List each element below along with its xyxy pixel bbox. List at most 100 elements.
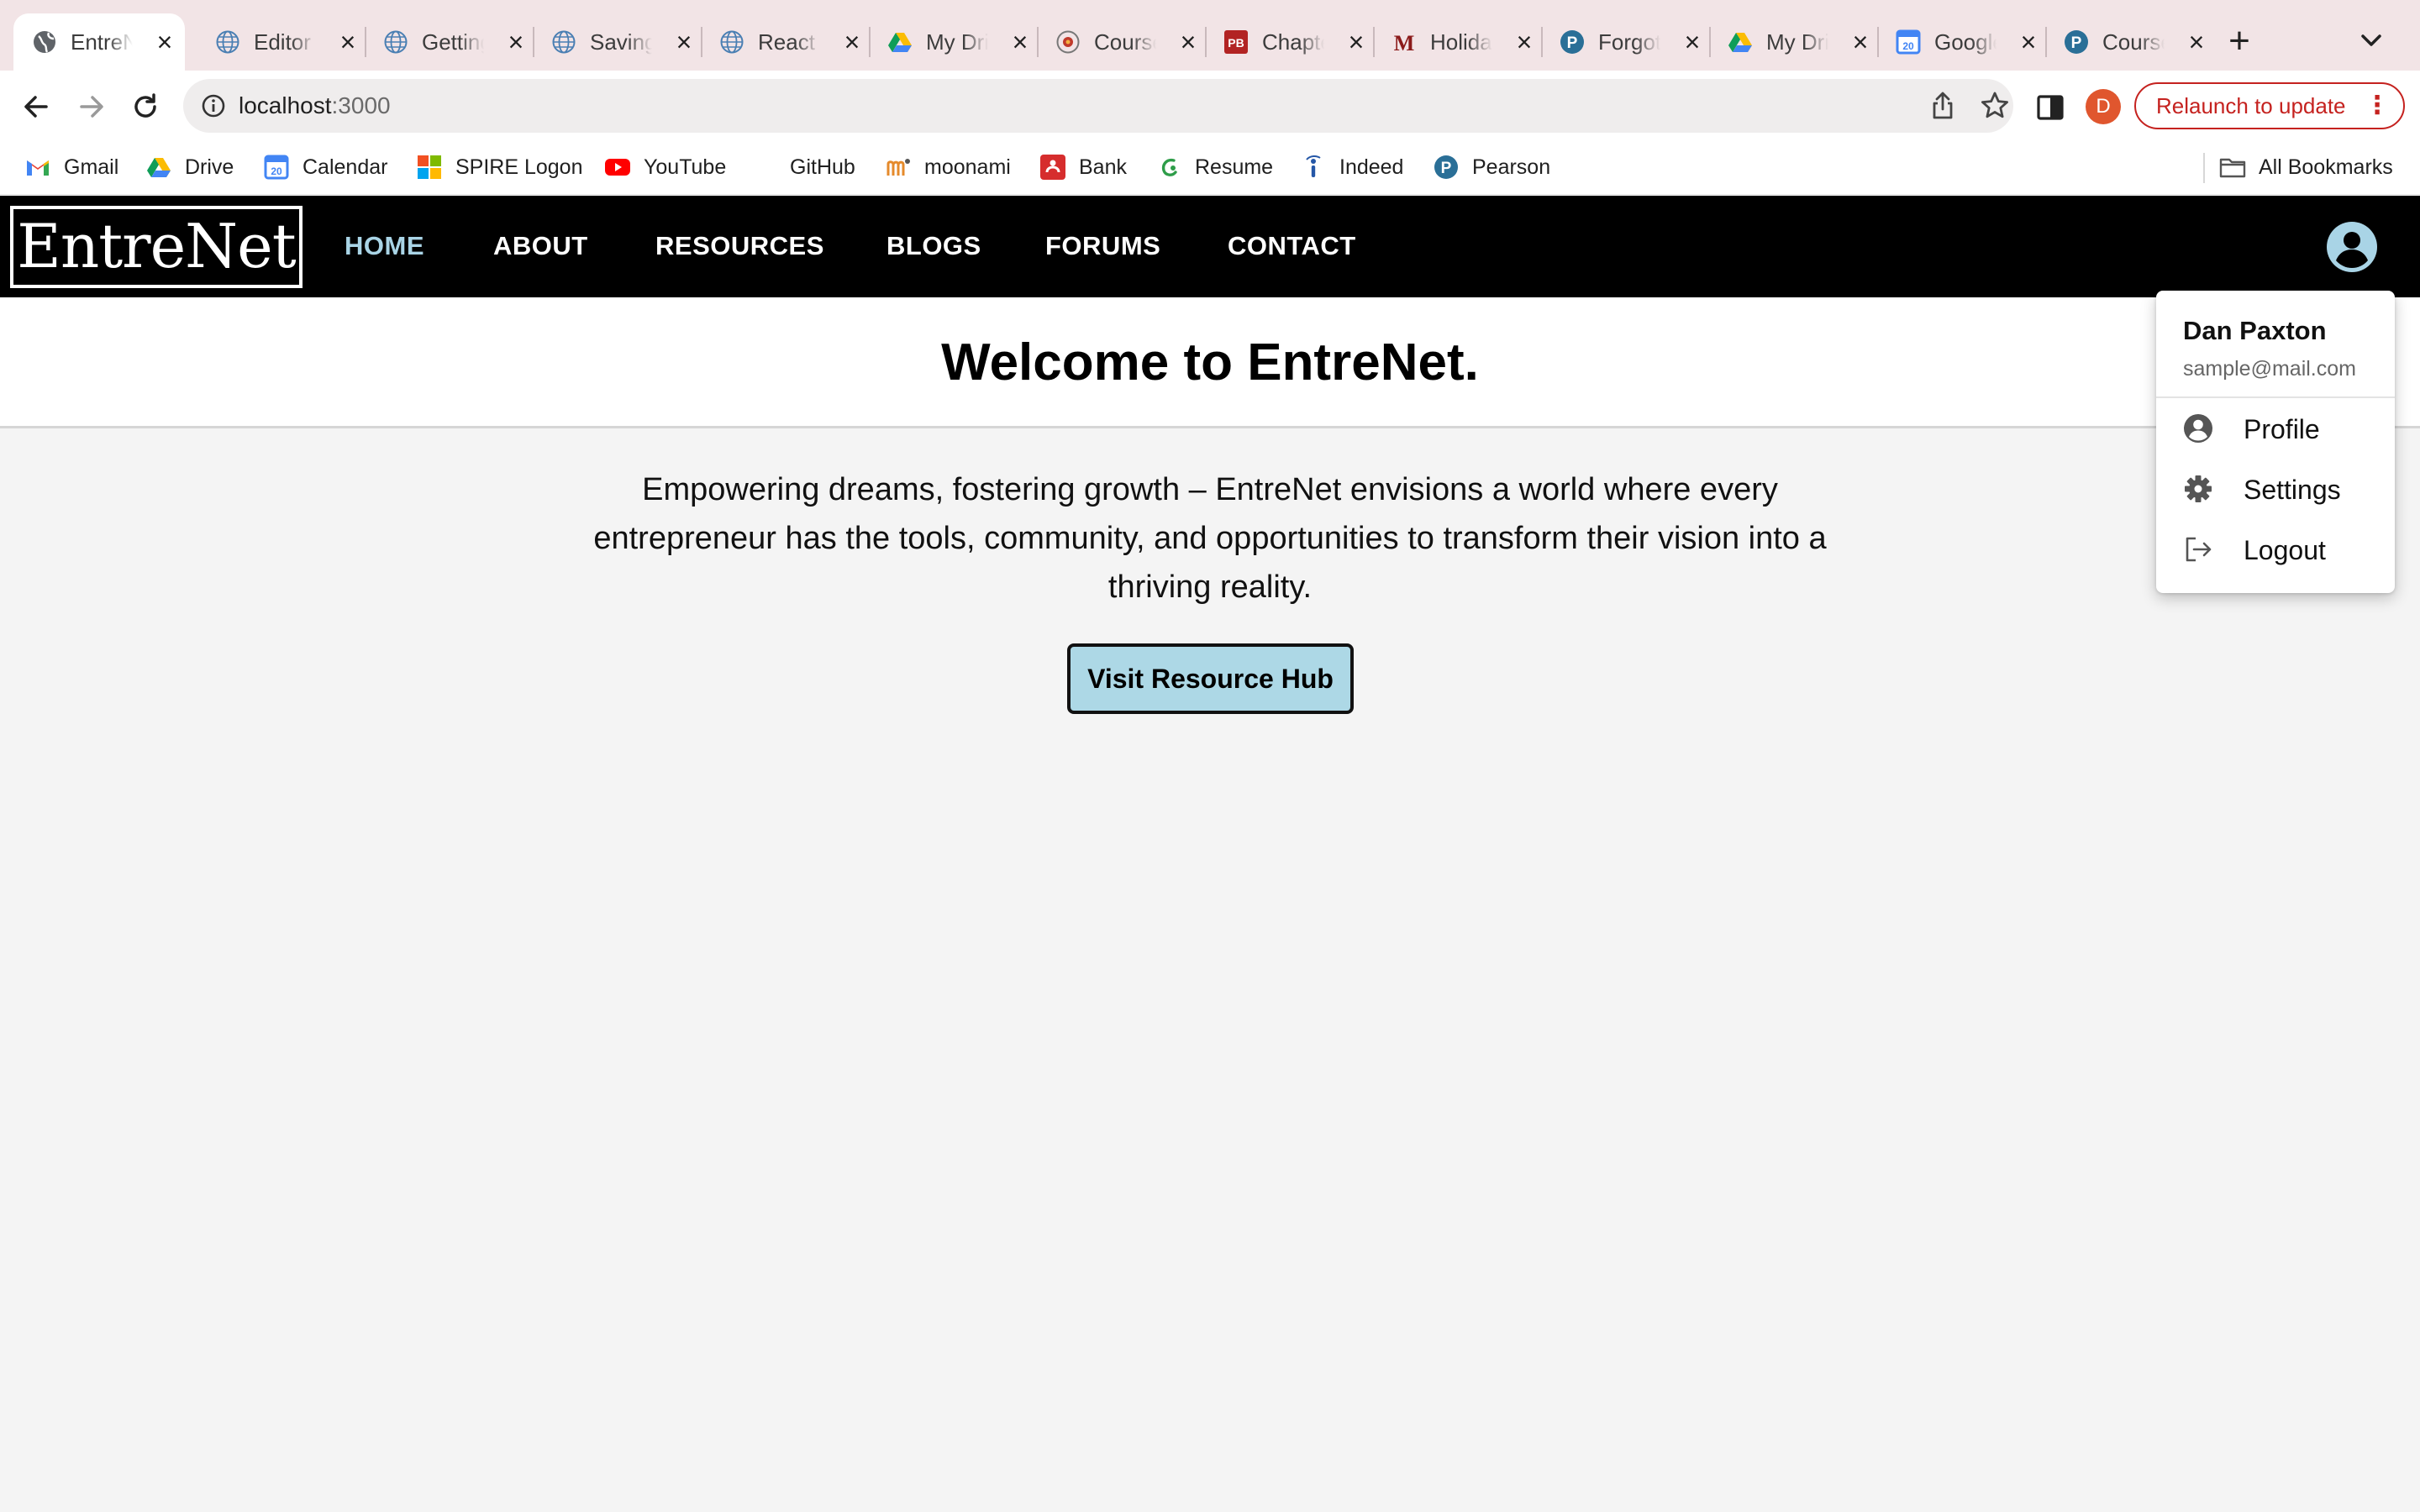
new-tab-button[interactable]: + (2218, 20, 2260, 62)
chevron-down-icon (2361, 34, 2381, 46)
indeed-icon (1299, 153, 1328, 181)
browser-tab[interactable]: P Forgot × (1541, 13, 1711, 71)
close-icon[interactable]: × (1174, 28, 1202, 56)
bookmark-indeed[interactable]: Indeed (1299, 151, 1403, 183)
visit-resource-hub-button[interactable]: Visit Resource Hub (1067, 643, 1354, 714)
bookmarks-divider (2203, 153, 2205, 183)
close-icon[interactable]: × (1678, 28, 1707, 56)
browser-tab[interactable]: Editor × (197, 13, 366, 71)
more-vert-icon[interactable]: ⋮ (2365, 84, 2390, 128)
browser-tab[interactable]: React × (701, 13, 871, 71)
close-icon[interactable]: × (1846, 28, 1875, 56)
all-bookmarks-button[interactable]: All Bookmarks (2218, 151, 2393, 183)
calendar-icon: 20 (262, 153, 291, 181)
reload-button[interactable] (126, 87, 165, 126)
windows-icon (415, 153, 444, 181)
gmail-icon (24, 153, 52, 181)
close-icon[interactable]: × (1510, 28, 1539, 56)
logout-icon (2186, 537, 2212, 562)
tab-title: React (758, 29, 815, 55)
reload-icon (134, 93, 156, 118)
profile-avatar[interactable]: D (2086, 89, 2121, 124)
tab-title: Holiday (1430, 29, 1492, 55)
close-icon[interactable]: × (334, 28, 362, 56)
browser-tab[interactable]: PB Chapter × (1205, 13, 1375, 71)
nav-contact[interactable]: CONTACT (1228, 231, 1356, 261)
svg-text:20: 20 (271, 165, 282, 177)
browser-tab[interactable]: EntreNet × (13, 13, 185, 71)
close-icon[interactable]: × (670, 28, 698, 56)
user-email: sample@mail.com (2183, 357, 2356, 381)
nav-forums[interactable]: FORUMS (1045, 231, 1160, 261)
close-icon[interactable]: × (2182, 28, 2211, 56)
browser-tab[interactable]: My Drive × (1709, 13, 1879, 71)
bookmark-label: GitHub (790, 155, 855, 179)
site-logo[interactable]: EntreNet (10, 206, 302, 288)
close-icon[interactable]: × (1342, 28, 1370, 56)
bookmark-youtube[interactable]: YouTube (603, 151, 726, 183)
browser-tab[interactable]: 20 Google × (1877, 13, 2047, 71)
account-menu: Dan Paxton sample@mail.com Profile Setti (2156, 291, 2395, 593)
svg-text:P: P (1441, 160, 1452, 177)
bookmark-gmail[interactable]: Gmail (24, 151, 118, 183)
github-icon (750, 153, 778, 181)
svg-text:P: P (2071, 34, 2082, 52)
youtube-icon (603, 153, 632, 181)
all-bookmarks-label: All Bookmarks (2259, 155, 2393, 179)
bookmark-label: YouTube (644, 155, 727, 179)
address-bar[interactable]: localhost:3000 (183, 79, 2013, 133)
svg-text:PB: PB (1228, 36, 1244, 50)
close-icon[interactable]: × (838, 28, 866, 56)
menu-item-profile[interactable]: Profile (2156, 402, 2395, 455)
close-icon[interactable]: × (2014, 28, 2043, 56)
bookmark-github[interactable]: GitHub (750, 151, 855, 183)
side-panel-icon[interactable] (2033, 91, 2067, 124)
bank-icon (1039, 153, 1067, 181)
info-icon[interactable] (200, 92, 227, 119)
browser-tab[interactable]: P Course × (2045, 13, 2213, 71)
tab-title: Course (1094, 29, 1156, 55)
arrow-left-icon (24, 96, 48, 118)
bookmark-label: Calendar (302, 155, 388, 179)
back-button[interactable] (17, 87, 55, 126)
close-icon[interactable]: × (1006, 28, 1034, 56)
bookmark-label: Drive (185, 155, 234, 179)
close-icon[interactable]: × (502, 28, 530, 56)
calendar-icon: 20 (1894, 28, 1923, 56)
hero-section: Welcome to EntreNet. (0, 297, 2420, 428)
bookmark-resume[interactable]: Resume (1155, 151, 1273, 183)
browser-tab[interactable]: Getting × (365, 13, 534, 71)
tab-title: EntreNet (71, 29, 133, 55)
browser-tab[interactable]: Saving × (533, 13, 702, 71)
menu-item-settings[interactable]: Settings (2156, 462, 2395, 516)
pearson-icon: P (2062, 28, 2091, 56)
bookmark-spire-logon[interactable]: SPIRE Logon (415, 151, 583, 183)
account-button[interactable] (2326, 221, 2378, 273)
nav-about[interactable]: ABOUT (493, 231, 588, 261)
bookmark-star-icon[interactable] (1978, 89, 2012, 123)
bookmark-label: SPIRE Logon (455, 155, 583, 179)
relaunch-button[interactable]: Relaunch to update ⋮ (2134, 82, 2405, 129)
bookmark-label: Indeed (1339, 155, 1404, 179)
bookmark-calendar[interactable]: 20 Calendar (262, 151, 387, 183)
nav-home[interactable]: HOME (345, 231, 424, 261)
tab-search-button[interactable] (2353, 22, 2390, 59)
bookmark-bank[interactable]: Bank (1039, 151, 1127, 183)
browser-tab[interactable]: M Holiday × (1373, 13, 1543, 71)
menu-item-logout[interactable]: Logout (2156, 522, 2395, 576)
close-icon[interactable]: × (150, 28, 179, 56)
course-icon (1054, 28, 1082, 56)
browser-tab[interactable]: Course × (1037, 13, 1207, 71)
share-icon[interactable] (1928, 91, 1958, 121)
nav-blogs[interactable]: BLOGS (886, 231, 981, 261)
bookmark-moonami[interactable]: moonami (884, 151, 1011, 183)
forward-button[interactable] (72, 87, 111, 126)
bookmark-pearson[interactable]: P Pearson (1432, 151, 1550, 183)
bookmark-label: Resume (1195, 155, 1274, 179)
browser-toolbar: localhost:3000 D Relaunch to update ⋮ (0, 71, 2420, 141)
bookmark-drive[interactable]: Drive (145, 151, 234, 183)
bookmark-label: Pearson (1472, 155, 1551, 179)
browser-tab[interactable]: My Drive × (869, 13, 1039, 71)
nav-resources[interactable]: RESOURCES (655, 231, 824, 261)
menu-item-label: Settings (2244, 475, 2341, 505)
